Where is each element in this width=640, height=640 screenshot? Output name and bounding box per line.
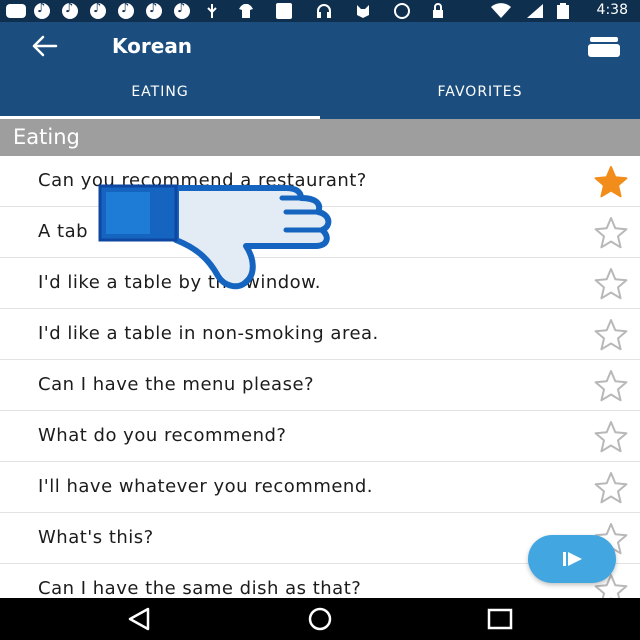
tab-favorites[interactable]: FAVORITES — [320, 84, 640, 119]
play-button[interactable] — [528, 535, 616, 583]
cat-icon — [357, 5, 369, 18]
star-outline-icon[interactable] — [594, 471, 628, 505]
list-item[interactable]: I'll have whatever you recommend. — [0, 462, 640, 513]
system-nav-bar — [0, 598, 640, 640]
phrase-text: I'd like a table in non-smoking area. — [38, 323, 379, 344]
phrase-text: I'll have whatever you recommend. — [38, 476, 373, 497]
phrase-text: What's this? — [38, 527, 154, 548]
list-item[interactable]: What do you recommend? — [0, 411, 640, 462]
list-item[interactable]: I'd like a table in non-smoking area. — [0, 309, 640, 360]
music-icon — [34, 1, 50, 19]
recents-square-icon[interactable] — [486, 607, 514, 631]
thumbs-down-icon — [98, 184, 332, 290]
battery-icon — [557, 3, 569, 19]
lock-icon — [433, 3, 443, 18]
play-icon — [563, 552, 582, 566]
page-title: Korean — [112, 34, 193, 58]
record-icon — [394, 3, 410, 19]
stack-icon[interactable] — [588, 36, 620, 58]
music-icon — [174, 1, 190, 19]
wifi-icon — [491, 3, 511, 18]
app-bar: Korean EATING FAVORITES — [0, 22, 640, 119]
star-outline-icon[interactable] — [594, 318, 628, 352]
signal-icon — [527, 4, 543, 18]
tab-eating[interactable]: EATING — [0, 84, 320, 119]
usb-icon — [207, 4, 217, 18]
shirt-icon — [239, 4, 253, 18]
music-icon — [118, 1, 134, 19]
tab-eating-label: EATING — [131, 84, 189, 100]
section-header: Eating — [0, 119, 640, 156]
music-icon — [146, 1, 162, 19]
status-time: 4:38 — [596, 2, 628, 18]
star-outline-icon[interactable] — [594, 369, 628, 403]
phrase-text: Can I have the same dish as that? — [38, 578, 362, 598]
star-outline-icon[interactable] — [594, 420, 628, 454]
section-label: Eating — [13, 125, 80, 149]
arrow-left-icon[interactable] — [30, 34, 60, 58]
phrase-text: Can I have the menu please? — [38, 374, 315, 395]
back-triangle-icon[interactable] — [126, 607, 154, 631]
status-bar: 4:38 — [0, 0, 640, 22]
message-icon — [6, 4, 26, 18]
home-circle-icon[interactable] — [305, 607, 335, 631]
star-outline-icon[interactable] — [594, 267, 628, 301]
phrase-text: A tab — [38, 221, 89, 242]
star-filled-icon[interactable] — [594, 165, 628, 199]
phrase-text: What do you recommend? — [38, 425, 287, 446]
music-icon — [62, 1, 78, 19]
list-item[interactable]: Can I have the menu please? — [0, 360, 640, 411]
star-outline-icon[interactable] — [594, 216, 628, 250]
music-icon — [90, 1, 106, 19]
tab-favorites-label: FAVORITES — [437, 84, 523, 100]
headset-icon — [317, 4, 331, 18]
news-icon — [276, 3, 292, 19]
